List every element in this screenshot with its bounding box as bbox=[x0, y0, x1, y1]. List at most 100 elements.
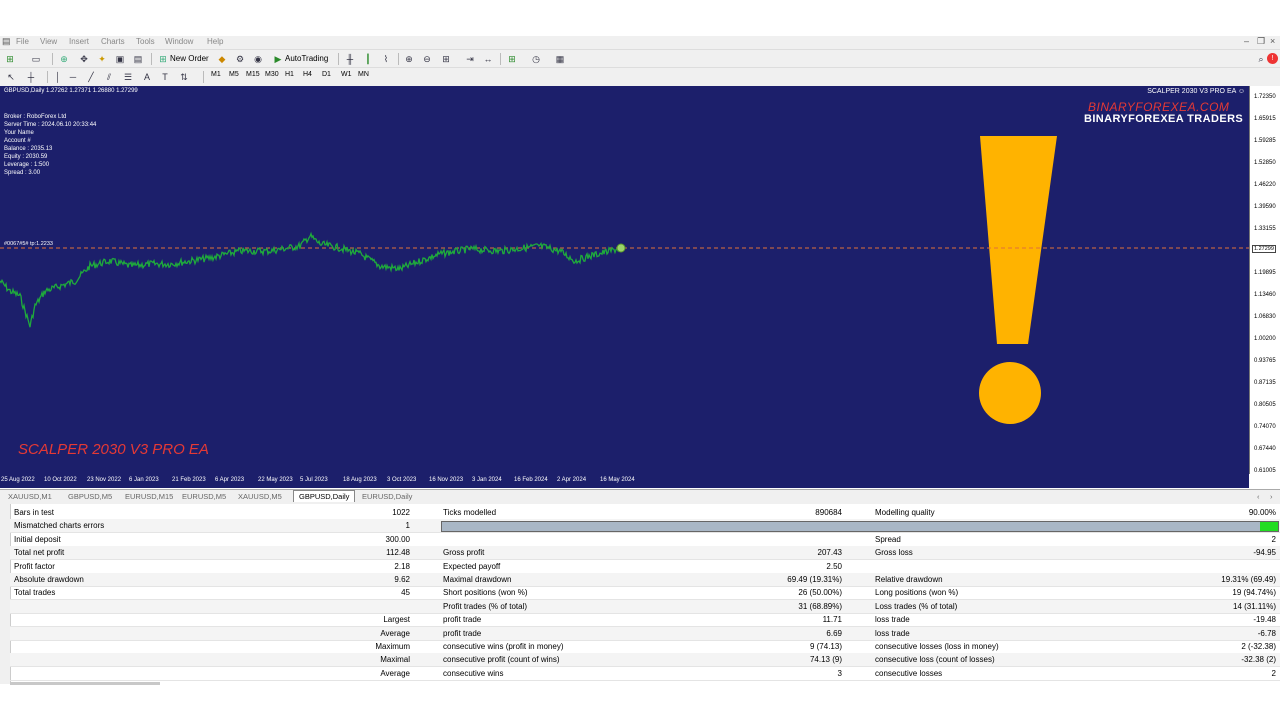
strategy-tester-icon[interactable]: ▤ bbox=[132, 53, 144, 65]
new-order-icon[interactable]: ⊞ bbox=[157, 53, 169, 65]
fibonacci-icon[interactable]: ☰ bbox=[122, 71, 134, 83]
date-tick-label: 22 May 2023 bbox=[258, 477, 293, 483]
stat-value: Maximal bbox=[380, 655, 410, 665]
tab-eurusd-m15[interactable]: EURUSD,M15 bbox=[125, 492, 173, 501]
restore-icon[interactable]: ❐ bbox=[1257, 36, 1265, 47]
horizontal-scrollbar[interactable] bbox=[10, 682, 160, 685]
zoom-in-icon[interactable]: ⊕ bbox=[403, 53, 415, 65]
profiles-icon[interactable]: ▭ bbox=[30, 53, 42, 65]
chart-shift-icon[interactable]: ↔ bbox=[482, 53, 494, 65]
price-tick-label: 1.72350 bbox=[1254, 94, 1276, 100]
exclamation-dot-icon bbox=[979, 362, 1041, 424]
vertical-line-icon[interactable]: │ bbox=[52, 71, 64, 83]
crosshair-icon[interactable]: ┼ bbox=[25, 71, 37, 83]
stat-value: 2.18 bbox=[394, 561, 410, 571]
terminal-icon[interactable]: ▣ bbox=[114, 53, 126, 65]
menu-window[interactable]: Window bbox=[165, 37, 193, 46]
chart-window[interactable]: GBPUSD,Daily 1.27262 1.27371 1.26880 1.2… bbox=[0, 86, 1249, 474]
autoscroll-icon[interactable]: ⇥ bbox=[464, 53, 476, 65]
date-tick-label: 3 Oct 2023 bbox=[387, 477, 417, 483]
timeframe-m5[interactable]: M5 bbox=[229, 71, 239, 78]
new-chart-icon[interactable]: ⊞ bbox=[4, 53, 16, 65]
app-icon[interactable]: ▤ bbox=[2, 36, 11, 47]
tab-scroll-left-icon[interactable]: ‹ bbox=[1257, 492, 1260, 501]
chart-tabs: XAUUSD,M1 GBPUSD,M5 EURUSD,M15 EURUSD,M5… bbox=[0, 489, 1280, 504]
autotrading-button[interactable]: AutoTrading bbox=[285, 52, 328, 66]
candlestick-icon[interactable]: ┃ bbox=[362, 53, 374, 65]
menu-insert[interactable]: Insert bbox=[69, 37, 89, 46]
current-position-marker bbox=[616, 243, 626, 253]
timeframe-mn[interactable]: MN bbox=[358, 71, 369, 78]
tab-eurusd-daily[interactable]: EURUSD,Daily bbox=[362, 492, 412, 501]
tile-windows-icon[interactable]: ⊞ bbox=[440, 53, 452, 65]
tab-eurusd-m5[interactable]: EURUSD,M5 bbox=[182, 492, 226, 501]
timeframe-d1[interactable]: D1 bbox=[322, 71, 331, 78]
stat-label: Profit factor bbox=[14, 561, 55, 571]
tab-gbpusd-m5[interactable]: GBPUSD,M5 bbox=[68, 492, 112, 501]
timeframe-h1[interactable]: H1 bbox=[285, 71, 294, 78]
modelling-quality-fill bbox=[1259, 522, 1278, 531]
date-tick-label: 21 Feb 2023 bbox=[172, 477, 206, 483]
stat-value: 19.31% (69.49) bbox=[1221, 575, 1276, 584]
date-tick-label: 5 Jul 2023 bbox=[300, 477, 328, 483]
tab-scroll-right-icon[interactable]: › bbox=[1270, 492, 1273, 501]
indicators-icon[interactable]: ⊞ bbox=[506, 53, 518, 65]
stat-value: Average bbox=[380, 628, 410, 638]
date-tick-label: 16 Nov 2023 bbox=[429, 477, 464, 483]
stat-label: Initial deposit bbox=[14, 534, 61, 544]
menu-charts[interactable]: Charts bbox=[101, 37, 125, 46]
report-row: Profit factor 2.18 Expected payoff 2.50 bbox=[10, 560, 1280, 574]
text-icon[interactable]: A bbox=[141, 71, 153, 83]
stat-value: 2.50 bbox=[826, 561, 842, 571]
report-row: Largest profit trade 11.71 loss trade -19.48 bbox=[10, 613, 1280, 628]
new-order-button[interactable]: New Order bbox=[170, 52, 209, 66]
timeframe-m15[interactable]: M15 bbox=[246, 71, 260, 78]
timeframe-m30[interactable]: M30 bbox=[265, 71, 279, 78]
signals-icon[interactable]: ◉ bbox=[252, 53, 264, 65]
timeframe-h4[interactable]: H4 bbox=[303, 71, 312, 78]
tab-xauusd-m5[interactable]: XAUUSD,M5 bbox=[238, 492, 282, 501]
trendline-icon[interactable]: ╱ bbox=[85, 71, 97, 83]
autotrading-icon[interactable]: ▶ bbox=[272, 53, 284, 65]
data-window-icon[interactable]: ✥ bbox=[78, 53, 90, 65]
label-icon[interactable]: T bbox=[159, 71, 171, 83]
stat-value: 19 (94.74%) bbox=[1232, 588, 1276, 598]
market-watch-icon[interactable]: ⊕ bbox=[58, 53, 70, 65]
timeframe-m1[interactable]: M1 bbox=[211, 71, 221, 78]
close-icon[interactable]: × bbox=[1270, 36, 1275, 46]
horizontal-line-icon[interactable]: ─ bbox=[67, 71, 79, 83]
menu-tools[interactable]: Tools bbox=[136, 37, 155, 46]
timeframe-w1[interactable]: W1 bbox=[341, 71, 352, 78]
stat-value: 112.48 bbox=[386, 548, 410, 558]
menu-file[interactable]: File bbox=[16, 37, 29, 46]
menu-view[interactable]: View bbox=[40, 37, 57, 46]
notification-icon[interactable]: ! bbox=[1267, 53, 1278, 64]
price-tick-label: 0.74070 bbox=[1254, 424, 1276, 430]
menu-help[interactable]: Help bbox=[207, 37, 223, 46]
line-chart-icon[interactable]: ⌇ bbox=[380, 53, 392, 65]
arrows-icon[interactable]: ⇅ bbox=[178, 71, 190, 83]
metaeditor-icon[interactable]: ◆ bbox=[216, 53, 228, 65]
tab-xauusd-m1[interactable]: XAUUSD,M1 bbox=[8, 492, 52, 501]
stat-value: Average bbox=[380, 668, 410, 678]
date-tick-label: 3 Jan 2024 bbox=[472, 477, 502, 483]
price-tick-label: 1.46220 bbox=[1254, 182, 1276, 188]
experts-icon[interactable]: ⚙ bbox=[234, 53, 246, 65]
cursor-icon[interactable]: ↖ bbox=[5, 71, 17, 83]
stat-value: 90.00% bbox=[1248, 508, 1276, 517]
channel-icon[interactable]: ⫽ bbox=[103, 71, 115, 83]
tab-gbpusd-daily[interactable]: GBPUSD,Daily bbox=[293, 490, 356, 502]
templates-icon[interactable]: ▦ bbox=[554, 53, 566, 65]
zoom-out-icon[interactable]: ⊖ bbox=[421, 53, 433, 65]
date-tick-label: 6 Jan 2023 bbox=[129, 477, 159, 483]
minimize-icon[interactable]: – bbox=[1244, 36, 1249, 46]
search-icon[interactable]: ⌕ bbox=[1255, 53, 1267, 65]
navigator-icon[interactable]: ✦ bbox=[96, 53, 108, 65]
date-axis: 25 Aug 2022 10 Oct 2022 23 Nov 2022 6 Jan 2… bbox=[0, 474, 1249, 488]
periods-icon[interactable]: ◷ bbox=[530, 53, 542, 65]
report-row: Absolute drawdown 9.62 Maximal drawdown 69.… bbox=[10, 573, 1280, 587]
price-tick-label: 1.19895 bbox=[1254, 270, 1276, 276]
standard-toolbar: ⊞ ▭ ⊕ ✥ ✦ ▣ ▤ ⊞ New Order ◆ ⚙ ◉ ▶ AutoTr… bbox=[0, 49, 1280, 68]
bar-chart-icon[interactable]: ╫ bbox=[344, 53, 356, 65]
date-tick-label: 10 Oct 2022 bbox=[44, 477, 77, 483]
